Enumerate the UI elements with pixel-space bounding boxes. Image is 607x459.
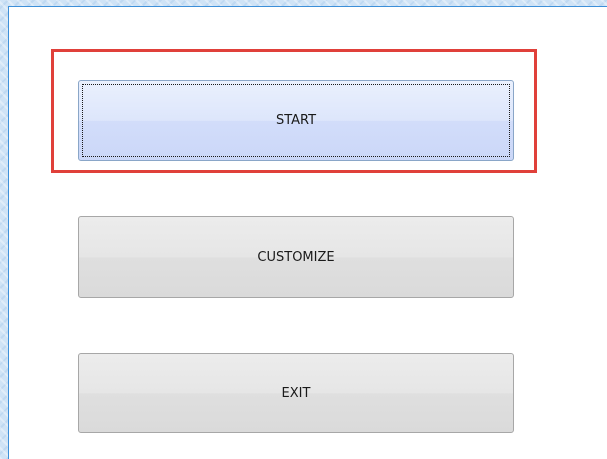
customize-button[interactable]: CUSTOMIZE: [78, 216, 514, 298]
start-button[interactable]: START: [78, 80, 514, 161]
menu-panel: START CUSTOMIZE EXIT: [8, 6, 607, 459]
customize-button-label: CUSTOMIZE: [257, 249, 335, 265]
exit-button[interactable]: EXIT: [78, 353, 514, 433]
exit-button-label: EXIT: [281, 385, 311, 401]
start-button-label: START: [275, 113, 317, 128]
